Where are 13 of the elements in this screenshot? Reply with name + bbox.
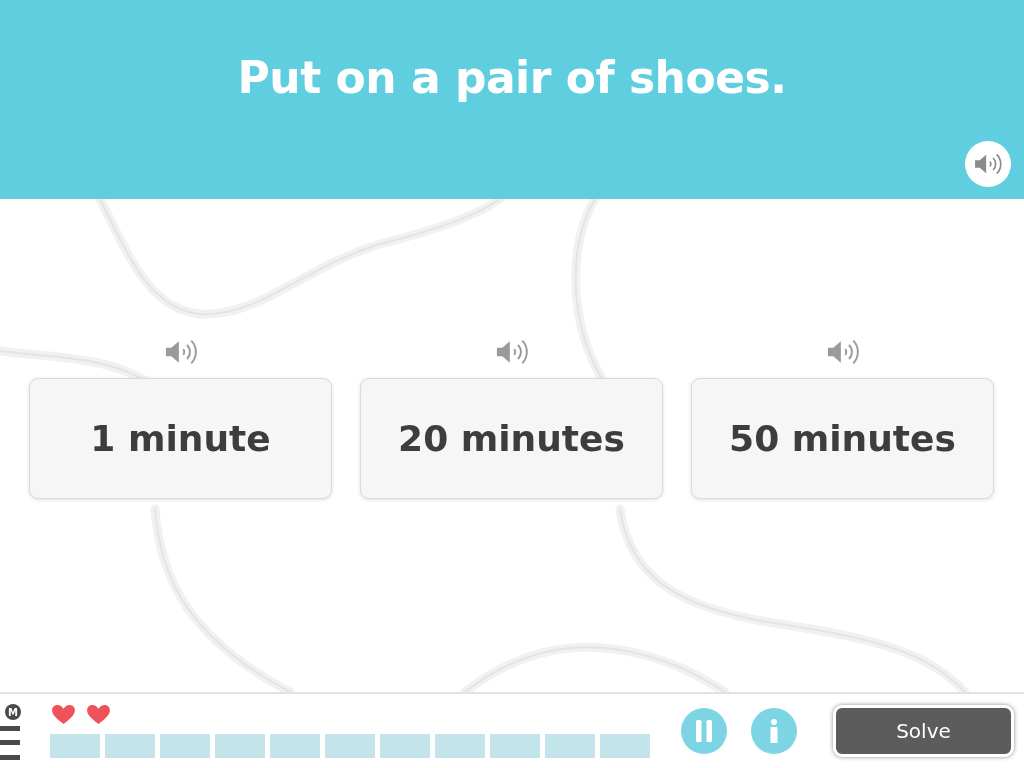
pause-icon	[696, 720, 712, 742]
menu-icon[interactable]	[0, 726, 20, 760]
info-button[interactable]	[751, 708, 797, 754]
speaker-icon	[974, 152, 1002, 176]
info-icon	[770, 719, 778, 743]
menu-badge: M	[5, 704, 21, 720]
answer-button[interactable]: 1 minute	[29, 378, 332, 499]
solve-button[interactable]: Solve	[833, 705, 1014, 757]
answer-button[interactable]: 20 minutes	[360, 378, 663, 499]
pause-button[interactable]	[681, 708, 727, 754]
answer-button[interactable]: 50 minutes	[691, 378, 994, 499]
question-text: Put on a pair of shoes.	[237, 54, 787, 103]
speaker-button[interactable]	[965, 141, 1011, 187]
